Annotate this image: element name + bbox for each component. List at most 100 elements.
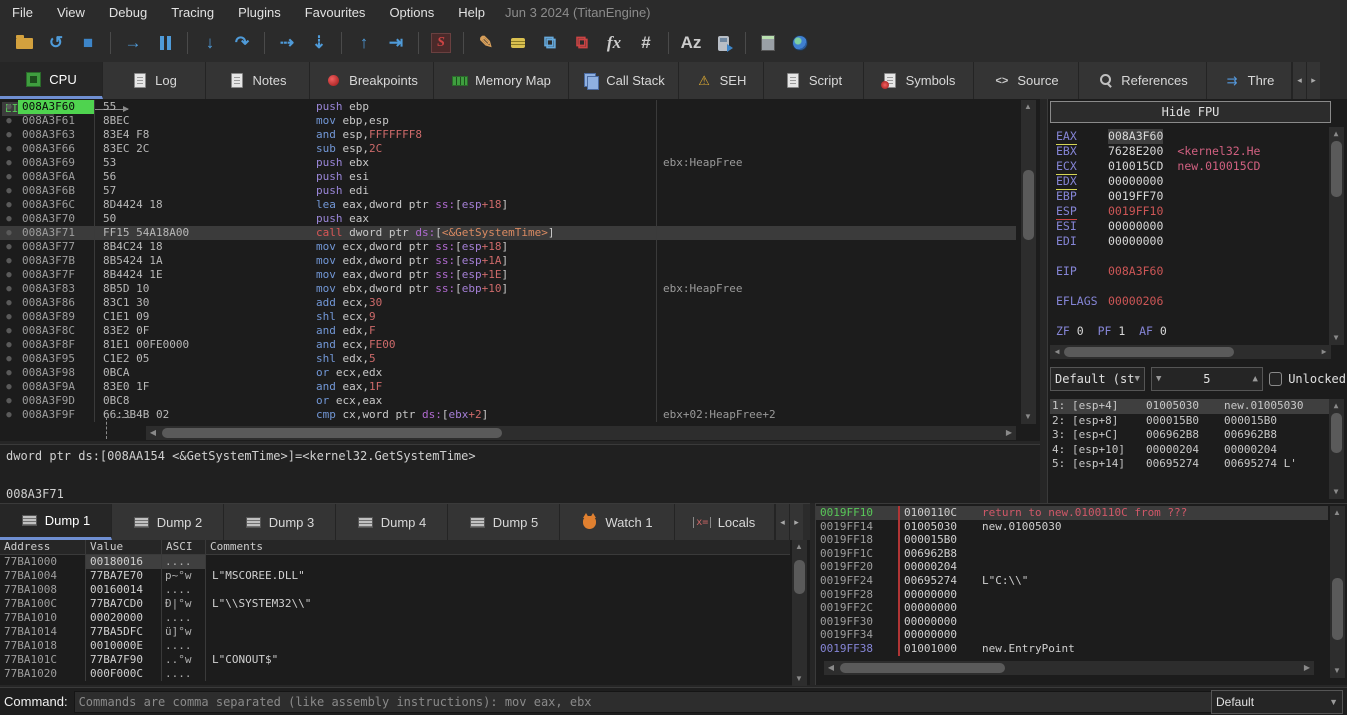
tab-seh[interactable]: ⚠SEH <box>679 62 764 99</box>
scroll-down-icon[interactable]: ▼ <box>1329 331 1343 345</box>
tab-log[interactable]: Log <box>103 62 206 99</box>
stack-row[interactable]: 0019FF1401005030new.01005030 <box>816 520 1328 534</box>
scrollbar-thumb[interactable] <box>1023 170 1034 240</box>
breakpoint-dot-icon[interactable]: ● <box>0 324 18 338</box>
argument-row[interactable]: 5:[esp+14]0069527400695274 L' <box>1050 457 1331 472</box>
disasm-row[interactable]: ●008A3F71FF15 54A18A00call dword ptr ds:… <box>0 226 1016 240</box>
tab-dump-1[interactable]: Dump 1 <box>0 504 112 540</box>
tab-dump-5[interactable]: Dump 5 <box>448 504 560 540</box>
tab-dump-4[interactable]: Dump 4 <box>336 504 448 540</box>
scroll-up-icon[interactable]: ▲ <box>1330 506 1344 520</box>
spin-down-icon[interactable]: ▼ <box>1156 374 1161 384</box>
stack-row[interactable]: 0019FF1C006962B8 <box>816 547 1328 561</box>
scrollbar-thumb[interactable] <box>1064 347 1234 357</box>
tab-notes[interactable]: Notes <box>206 62 310 99</box>
disasm-row[interactable]: ●008A3F8C83E2 0Fand edx,F <box>0 324 1016 338</box>
disasm-row[interactable]: ●008A3F9A83E0 1Fand eax,1F <box>0 380 1016 394</box>
case-icon[interactable]: Az <box>678 31 704 55</box>
calling-convention-select[interactable]: Default (stdc ▼ <box>1050 367 1145 391</box>
internet-icon[interactable] <box>787 31 813 55</box>
tab-memory-map[interactable]: Memory Map <box>434 62 569 99</box>
breakpoint-dot-icon[interactable]: ● <box>0 310 18 324</box>
spin-up-icon[interactable]: ▲ <box>1252 374 1257 384</box>
profile-select[interactable]: Default ▼ <box>1211 690 1343 714</box>
breakpoint-dot-icon[interactable]: ● <box>0 128 18 142</box>
tab-locals[interactable]: x=Locals <box>675 504 775 540</box>
argument-count-spinner[interactable]: ▼ 5 ▲ <box>1151 367 1263 391</box>
bookmark-icon[interactable]: ⧉ <box>569 31 595 55</box>
label-icon[interactable]: ⧉ <box>537 31 563 55</box>
breakpoint-dot-icon[interactable]: ● <box>0 338 18 352</box>
register-row-edi[interactable]: EDI00000000 <box>1056 234 1328 249</box>
breakpoint-dot-icon[interactable]: ● <box>0 282 18 296</box>
register-row-ecx[interactable]: ECX010015CDnew.010015CD <box>1056 159 1328 174</box>
open-file-icon[interactable] <box>11 31 37 55</box>
disassembly-horizontal-scrollbar[interactable]: ◀ ▶ <box>146 426 1016 440</box>
stack-row[interactable]: 0019FF2400695274L"C:\\" <box>816 574 1328 588</box>
disasm-row[interactable]: ●008A3F7050push eax <box>0 212 1016 226</box>
register-row-ebx[interactable]: EBX7628E200<kernel32.He <box>1056 144 1328 159</box>
step-into-icon[interactable]: ↓ <box>197 31 223 55</box>
tab-cpu[interactable]: CPU <box>0 62 103 99</box>
disasm-row[interactable]: ●008A3F6953push ebxebx:HeapFree <box>0 156 1016 170</box>
breakpoint-dot-icon[interactable]: ● <box>0 184 18 198</box>
breakpoint-dot-icon[interactable]: ● <box>0 100 18 114</box>
tab-dump-2[interactable]: Dump 2 <box>112 504 224 540</box>
breakpoint-dot-icon[interactable]: ● <box>0 268 18 282</box>
menu-item-favourites[interactable]: Favourites <box>293 2 378 23</box>
disasm-row[interactable]: ●008A3F6055push ebp <box>0 100 1016 114</box>
tab-references[interactable]: References <box>1079 62 1207 99</box>
breakpoint-dot-icon[interactable]: ● <box>0 394 18 408</box>
stack-row[interactable]: 0019FF3400000000 <box>816 628 1328 642</box>
dump-row[interactable]: 77BA1020000F000C.... <box>0 667 790 681</box>
disasm-row[interactable]: ●008A3F6A56push esi <box>0 170 1016 184</box>
stop-icon[interactable]: ■ <box>75 31 101 55</box>
register-row-esi[interactable]: ESI00000000 <box>1056 219 1328 234</box>
breakpoint-dot-icon[interactable]: ● <box>0 408 18 422</box>
stack-row[interactable]: 0019FF3801001000new.EntryPoint <box>816 642 1328 656</box>
tab-scroll-right[interactable]: ▸ <box>1306 62 1320 99</box>
scroll-right-icon[interactable]: ▶ <box>1002 426 1016 440</box>
breakpoint-dot-icon[interactable]: ● <box>0 212 18 226</box>
breakpoint-dot-icon[interactable]: ● <box>0 142 18 156</box>
dump-tab-scroll-right[interactable]: ▸ <box>789 504 803 540</box>
scrollbar-thumb[interactable] <box>840 663 1005 673</box>
breakpoint-dot-icon[interactable]: ● <box>0 240 18 254</box>
step-over-icon[interactable]: ↷ <box>229 31 255 55</box>
scroll-left-icon[interactable]: ◀ <box>824 661 838 675</box>
breakpoint-dot-icon[interactable]: ● <box>0 296 18 310</box>
function-icon[interactable]: fx <box>601 31 627 55</box>
scrollbar-thumb[interactable] <box>162 428 502 438</box>
calculator-icon[interactable] <box>755 31 781 55</box>
command-input[interactable] <box>74 691 1214 713</box>
scroll-up-icon[interactable]: ▲ <box>792 540 806 554</box>
argument-row[interactable]: 1:[esp+4]01005030new.01005030 <box>1050 399 1331 414</box>
scroll-down-icon[interactable]: ▼ <box>1021 410 1035 424</box>
stack-row[interactable]: 0019FF100100110Creturn to new.0100110C f… <box>816 506 1328 520</box>
disasm-row[interactable]: ●008A3F8F81E1 00FE0000and ecx,FE00 <box>0 338 1016 352</box>
stack-row[interactable]: 0019FF2C00000000 <box>816 601 1328 615</box>
tab-source[interactable]: <>Source <box>974 62 1079 99</box>
hash-icon[interactable]: # <box>633 31 659 55</box>
breakpoint-dot-icon[interactable]: ● <box>0 198 18 212</box>
registers-vertical-scrollbar[interactable]: ▲ ▼ <box>1329 127 1344 345</box>
menu-item-view[interactable]: View <box>45 2 97 23</box>
register-row-eip[interactable]: EIP008A3F60 <box>1056 264 1328 279</box>
menu-item-tracing[interactable]: Tracing <box>159 2 226 23</box>
disasm-row[interactable]: ●008A3F7B8B5424 1Amov edx,dword ptr ss:[… <box>0 254 1016 268</box>
menu-item-plugins[interactable]: Plugins <box>226 2 293 23</box>
disasm-row[interactable]: ●008A3F8683C1 30add ecx,30 <box>0 296 1016 310</box>
argument-row[interactable]: 4:[esp+10]0000020400000204 <box>1050 443 1331 458</box>
scroll-right-icon[interactable]: ▶ <box>1300 661 1314 675</box>
dump-row[interactable]: 77BA101477BA5DFCü]°w <box>0 625 790 639</box>
tab-thre[interactable]: ⇉Thre <box>1207 62 1292 99</box>
scroll-up-icon[interactable]: ▲ <box>1329 127 1343 141</box>
breakpoint-dot-icon[interactable]: ● <box>0 380 18 394</box>
scroll-down-icon[interactable]: ▼ <box>792 672 806 686</box>
step-into-source-icon[interactable]: ⇣ <box>306 31 332 55</box>
execute-till-return-icon[interactable]: ↑ <box>351 31 377 55</box>
tab-scroll-left[interactable]: ◂ <box>1292 62 1306 99</box>
stack-vertical-scrollbar[interactable]: ▲ ▼ <box>1330 506 1345 678</box>
breakpoint-dot-icon[interactable]: ● <box>0 254 18 268</box>
disasm-row[interactable]: ●008A3F9D0BC8or ecx,eax <box>0 394 1016 408</box>
